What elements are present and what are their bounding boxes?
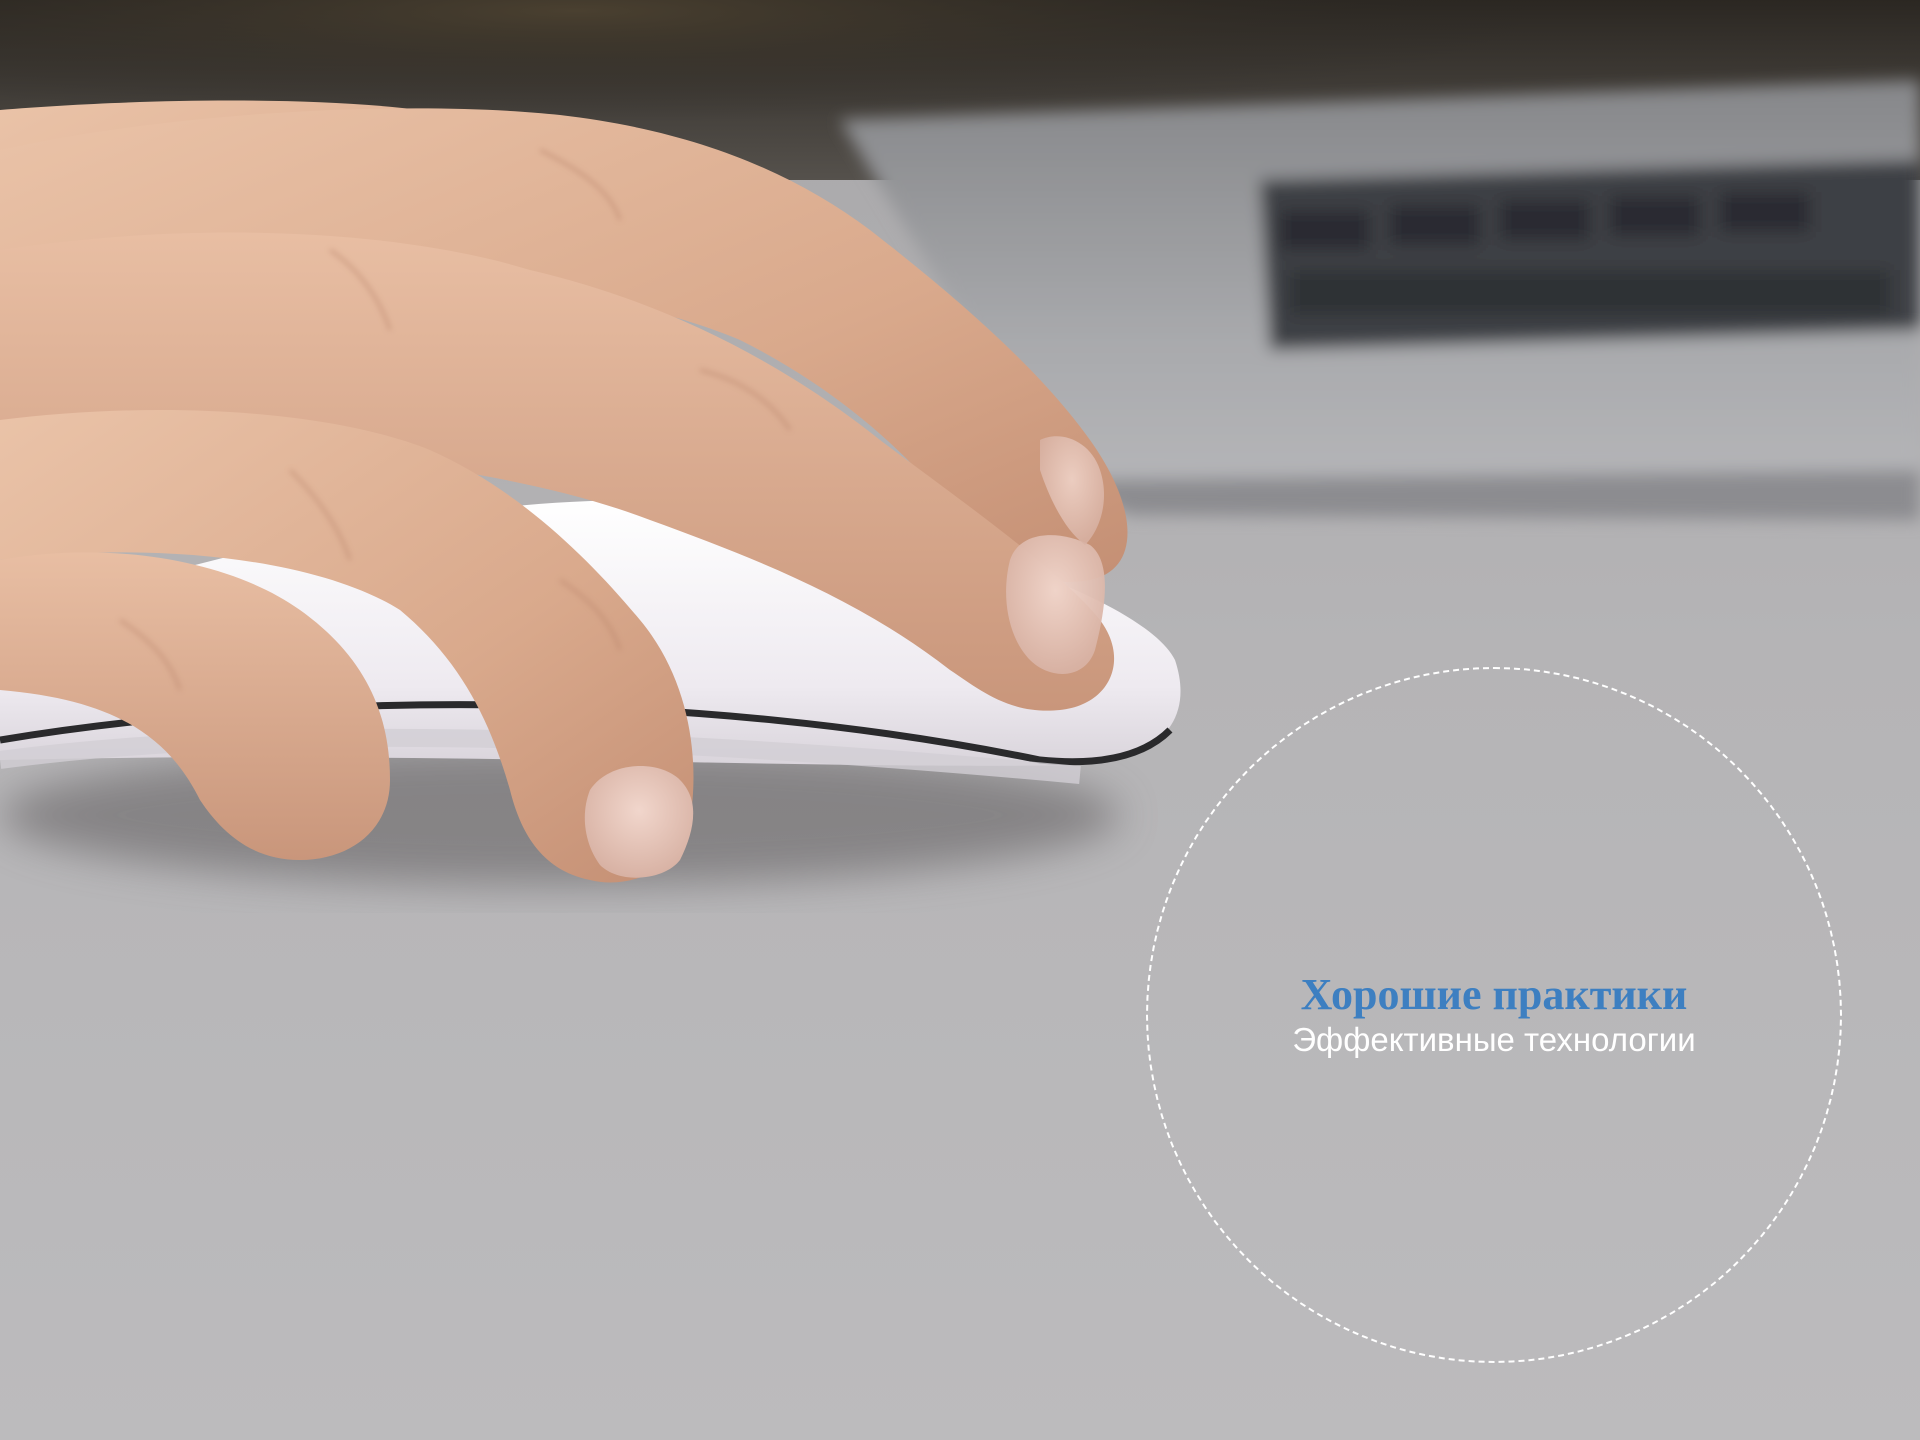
badge-title: Хорошие практики — [1300, 970, 1688, 1019]
slide: Хорошие практики Эффективные технологии — [0, 0, 1920, 1440]
circle-badge: Хорошие практики Эффективные технологии — [1146, 667, 1842, 1363]
badge-text-block: Хорошие практики Эффективные технологии — [1148, 669, 1840, 1361]
badge-subtitle: Эффективные технологии — [1292, 1021, 1696, 1058]
